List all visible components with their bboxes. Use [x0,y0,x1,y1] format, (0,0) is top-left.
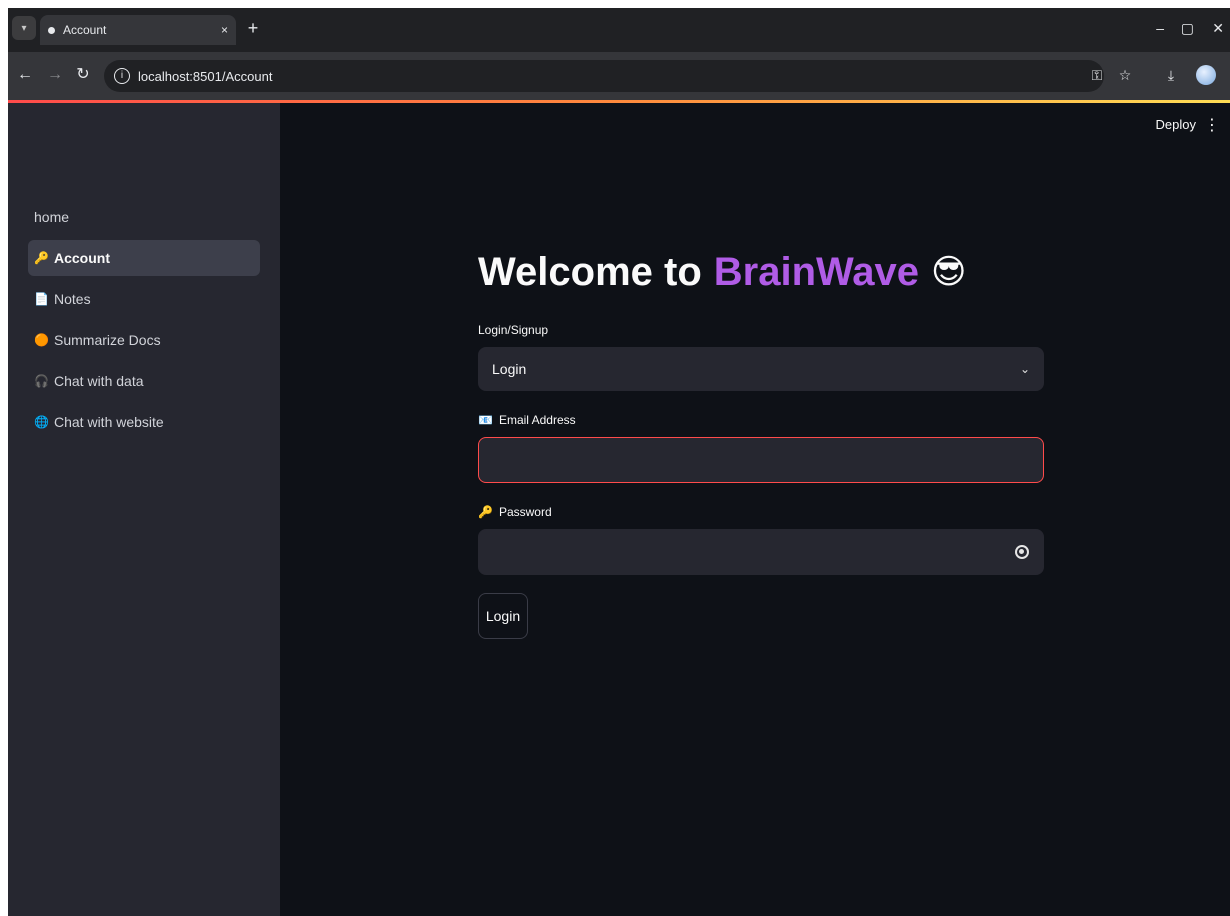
password-label: 🔑 Password [478,505,552,519]
orange-circle-icon: 🟠 [34,333,49,347]
main-content: Deploy ⋮ Welcome to BrainWave 😎 Login/Si… [280,103,1230,916]
main-menu-icon[interactable]: ⋮ [1204,115,1220,135]
close-window-button[interactable]: ✕ [1212,18,1224,38]
reload-icon[interactable]: ↻ [72,64,94,86]
email-icon: 📧 [478,413,493,427]
sidebar-item-chat-with-data[interactable]: 🎧 Chat with data [28,363,260,399]
login-button[interactable]: Login [478,593,528,639]
headphones-icon: 🎧 [34,374,49,388]
login-signup-label: Login/Signup [478,323,549,337]
email-label: 📧 Email Address [478,413,576,427]
key-icon: 🔑 [34,251,49,265]
select-value: Login [492,361,527,377]
sidebar: home 🔑 Account 📄 Notes 🟠 Summarize Docs … [8,103,280,916]
sidebar-item-chat-with-website[interactable]: 🌐 Chat with website [28,404,260,440]
minimize-button[interactable]: – [1156,18,1164,38]
key-icon: 🔑 [478,505,493,519]
chevron-down-icon: ⌄ [1019,362,1030,376]
sidebar-item-label: Account [54,250,110,266]
sidebar-item-label: Notes [54,291,91,307]
show-password-eye-icon[interactable] [1015,545,1029,559]
browser-window: ▾ Account × + – ▢ ✕ ← → ↻ i localhost:85… [8,8,1230,916]
sidebar-item-home[interactable]: home [28,199,260,235]
browser-tab[interactable]: Account × [40,15,236,45]
browser-toolbar: ← → ↻ i localhost:8501/Account ⚿ ☆ ⤓ [8,52,1230,100]
globe-icon: 🌐 [34,415,49,429]
email-field[interactable] [478,437,1044,483]
site-info-icon[interactable]: i [114,68,130,84]
key-icon[interactable]: ⚿ [1086,64,1108,86]
url-text[interactable]: localhost:8501/Account [138,69,272,84]
password-field[interactable] [478,529,1044,575]
page-title: Welcome to BrainWave 😎 [478,243,1044,301]
back-arrow-icon[interactable]: ← [14,64,36,86]
sidebar-item-label: Chat with data [54,373,144,389]
sidebar-item-notes[interactable]: 📄 Notes [28,281,260,317]
download-icon[interactable]: ⤓ [1160,64,1182,86]
forward-arrow-icon[interactable]: → [44,64,66,86]
login-signup-select[interactable]: Login ⌄ [478,347,1044,391]
sidebar-nav: home 🔑 Account 📄 Notes 🟠 Summarize Docs … [28,199,260,445]
tab-close-icon[interactable]: × [221,23,228,37]
page-icon: 📄 [34,292,49,306]
sidebar-item-label: Summarize Docs [54,332,161,348]
tab-search-icon[interactable]: ▾ [12,16,36,40]
sidebar-item-summarize-docs[interactable]: 🟠 Summarize Docs [28,322,260,358]
sidebar-item-label: home [34,209,70,225]
brand-name: BrainWave [713,249,920,294]
star-icon[interactable]: ☆ [1114,64,1136,86]
sidebar-item-label: Chat with website [54,414,164,430]
new-tab-button[interactable]: + [242,18,264,40]
login-form: Welcome to BrainWave 😎 Login/Signup Logi… [478,243,1044,639]
title-prefix: Welcome to [478,249,702,294]
sunglasses-emoji-icon: 😎 [931,253,967,291]
tab-title: Account [63,23,107,37]
sidebar-item-account[interactable]: 🔑 Account [28,240,260,276]
address-bar[interactable]: i localhost:8501/Account [104,60,1104,92]
deploy-button[interactable]: Deploy [1156,117,1196,132]
profile-avatar[interactable] [1196,65,1216,85]
maximize-button[interactable]: ▢ [1181,18,1194,38]
tab-strip: ▾ Account × + – ▢ ✕ [8,8,1230,52]
favicon-icon [48,26,55,34]
